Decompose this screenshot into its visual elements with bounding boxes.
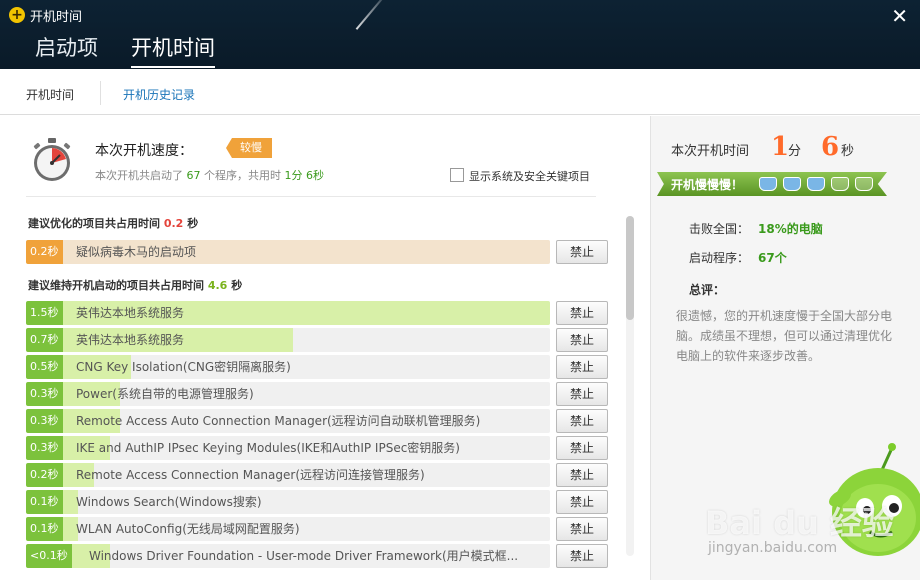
show-system-label[interactable]: 显示系统及安全关键项目 [469,168,590,184]
main-panel: 本次开机速度： 较慢 本次开机共启动了 67 个程序，共用时 1分 6秒 显示系… [0,116,650,580]
window-title: 开机时间 [30,10,83,25]
item-name: IKE and AuthIP IPsec Keying Modules(IKE和… [76,441,460,455]
startup-item-row[interactable]: 0.2秒 疑似病毒木马的启动项 [26,240,550,264]
item-time: 0.5秒 [26,355,63,379]
item-time: 1.5秒 [26,301,63,325]
disable-button[interactable]: 禁止 [556,409,608,433]
disable-button[interactable]: 禁止 [556,463,608,487]
optimize-time: 0.2 [163,217,184,230]
optimize-section-title: 建议优化的项目共占用时间 0.2 秒 [28,215,198,231]
rating-cup-icon [807,177,825,191]
startup-item-row[interactable]: 0.3秒 IKE and AuthIP IPsec Keying Modules(… [26,436,550,460]
decorative-streak [355,0,387,30]
disable-button[interactable]: 禁止 [556,382,608,406]
desc-mid: 个程序，共用时 [204,169,281,182]
keep-time: 4.6 [207,279,228,292]
beat-value: 18%的电脑 [758,222,823,236]
programs-value: 67个 [758,251,787,265]
rating-cup-icon [831,177,849,191]
tab-startup-items[interactable]: 启动项 [35,32,98,62]
disable-button[interactable]: 禁止 [556,544,608,568]
subtab-boot-time[interactable]: 开机时间 [26,86,74,103]
minutes-unit: 分 [788,144,802,159]
divider [26,196,596,197]
item-time: 0.2秒 [26,240,63,264]
item-name: 英伟达本地系统服务 [76,333,185,347]
subnav-divider [100,81,101,105]
keep-title-text: 建议维持开机启动的项目共占用时间 [28,279,204,292]
item-time: 0.3秒 [26,409,63,433]
programs-label: 启动程序： [689,251,750,265]
comment-text: 很遗憾，您的开机速度慢于全国大部分电脑。成绩虽不理想，但可以通过清理优化电脑上的… [676,309,893,363]
boot-summary-text: 本次开机共启动了 67 个程序，共用时 1分 6秒 [95,167,324,183]
item-name: Remote Access Auto Connection Manager(远程… [76,414,481,428]
keep-section-title: 建议维持开机启动的项目共占用时间 4.6 秒 [28,277,242,293]
startup-item-row[interactable]: 0.2秒 Remote Access Connection Manager(远程访… [26,463,550,487]
close-icon[interactable]: ✕ [891,4,908,28]
beat-label: 击败全国： [689,222,750,236]
sub-navigation: 开机时间 开机历史记录 [0,69,920,115]
disable-button[interactable]: 禁止 [556,355,608,379]
show-system-checkbox[interactable] [450,168,464,182]
boot-seconds: 6 [821,132,840,162]
disable-button[interactable]: 禁止 [556,328,608,352]
disable-button[interactable]: 禁止 [556,436,608,460]
keep-unit: 秒 [231,279,243,292]
tab-boot-time[interactable]: 开机时间 [131,32,215,68]
scrollbar-thumb[interactable] [626,216,634,320]
rating-cup-icon [783,177,801,191]
stopwatch-icon [33,138,71,181]
app-logo-icon: + [9,7,25,23]
boot-speed-title: 本次开机速度： [95,143,193,159]
item-name: CNG Key Isolation(CNG密钥隔离服务) [76,360,291,374]
item-time: 0.1秒 [26,517,63,541]
boot-duration: 1分 6秒 [284,169,325,182]
program-count: 67 [186,169,201,182]
seconds-unit: 秒 [841,144,855,159]
item-time: 0.3秒 [26,382,63,406]
item-name: Windows Driver Foundation - User-mode Dr… [89,549,519,563]
subtab-boot-history[interactable]: 开机历史记录 [123,86,195,103]
disable-button[interactable]: 禁止 [556,517,608,541]
rating-text: 开机慢慢慢！ [671,178,744,192]
item-name: WLAN AutoConfig(无线局域网配置服务) [76,522,300,536]
disable-button[interactable]: 禁止 [556,240,608,264]
startup-item-row[interactable]: 0.1秒 WLAN AutoConfig(无线局域网配置服务) [26,517,550,541]
watermark-logo: Bai du 经验 [705,504,894,542]
startup-item-row[interactable]: <0.1秒 Windows Driver Foundation - User-mo… [26,544,550,568]
item-time: <0.1秒 [26,544,72,568]
startup-item-row[interactable]: 0.1秒 Windows Search(Windows搜索) [26,490,550,514]
item-time: 0.1秒 [26,490,63,514]
item-name: 英伟达本地系统服务 [76,306,185,320]
status-badge: 较慢 [226,138,272,158]
comment-label: 总评： [689,283,726,297]
startup-item-row[interactable]: 0.5秒 CNG Key Isolation(CNG密钥隔离服务) [26,355,550,379]
item-name: Remote Access Connection Manager(远程访问连接管… [76,468,425,482]
item-time: 0.7秒 [26,328,63,352]
startup-item-row[interactable]: 0.7秒 英伟达本地系统服务 [26,328,550,352]
boot-time-label: 本次开机时间 [671,144,750,159]
optimize-title-text: 建议优化的项目共占用时间 [28,217,160,230]
rating-cups [759,177,873,191]
title-bar: + 开机时间 ✕ 启动项 开机时间 [0,0,920,69]
desc-prefix: 本次开机共启动了 [95,169,183,182]
item-name: Windows Search(Windows搜索) [76,495,262,509]
rating-cup-icon [759,177,777,191]
disable-button[interactable]: 禁止 [556,490,608,514]
rating-cup-icon [855,177,873,191]
disable-button[interactable]: 禁止 [556,301,608,325]
item-time: 0.3秒 [26,436,63,460]
boot-minutes: 1 [771,132,790,162]
item-time: 0.2秒 [26,463,63,487]
item-name: Power(系统自带的电源管理服务) [76,387,254,401]
watermark-url: jingyan.baidu.com [708,540,838,556]
optimize-unit: 秒 [187,217,199,230]
startup-item-row[interactable]: 0.3秒 Power(系统自带的电源管理服务) [26,382,550,406]
item-name: 疑似病毒木马的启动项 [76,245,197,259]
startup-item-row[interactable]: 0.3秒 Remote Access Auto Connection Manage… [26,409,550,433]
startup-item-row[interactable]: 1.5秒 英伟达本地系统服务 [26,301,550,325]
